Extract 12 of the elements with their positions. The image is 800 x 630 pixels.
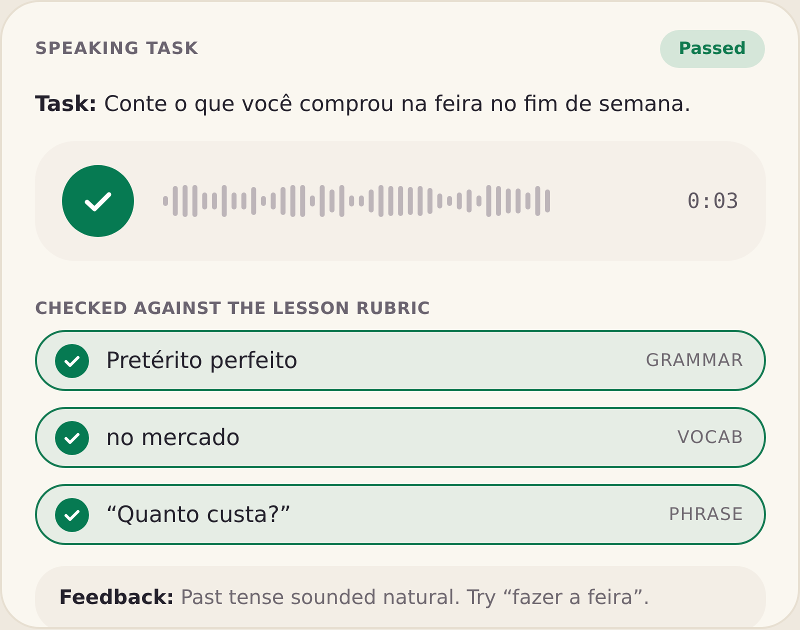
rubric-label: Pretérito perfeito: [106, 348, 298, 374]
duration-text: 0:03: [687, 189, 739, 213]
category-label: GRAMMAR: [646, 350, 744, 370]
category-label: PHRASE: [668, 504, 744, 524]
feedback-text: Feedback: Past tense sounded natural. Try “fazer a feira”.: [59, 585, 650, 609]
card-title: SPEAKING TASK: [35, 39, 199, 59]
status-badge: Passed: [660, 30, 765, 68]
rubric-label: no mercado: [106, 424, 240, 450]
task-prompt: Task: Conte o que você comprou na feira no fim de semana.: [35, 91, 692, 119]
rubric-label: “Quanto custa?”: [106, 502, 292, 528]
category-label: VOCAB: [677, 428, 744, 448]
section-heading: CHECKED AGAINST THE LESSON RUBRIC: [35, 299, 432, 319]
